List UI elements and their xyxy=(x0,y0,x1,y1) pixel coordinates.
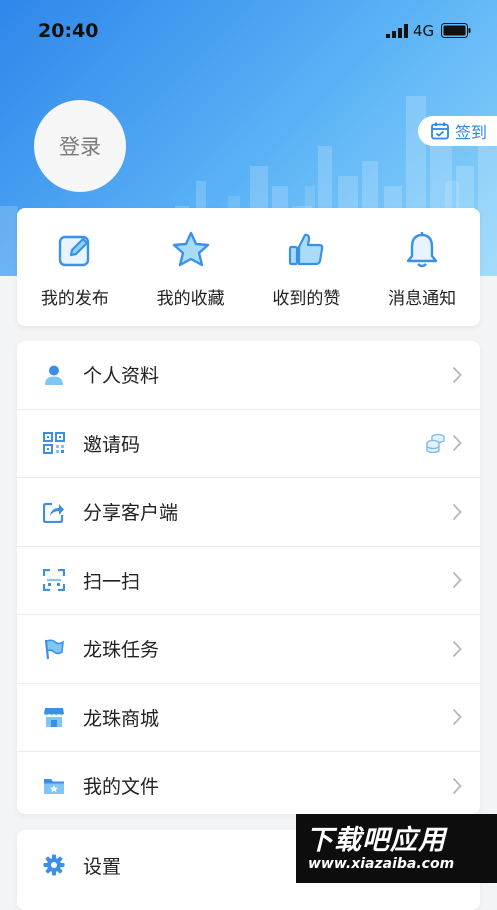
watermark-overlay: 下载吧应用 www.xiazaiba.com xyxy=(296,814,497,883)
menu-item-scan[interactable]: 扫一扫 xyxy=(17,547,480,615)
menu-item-dragon-store[interactable]: 龙珠商城 xyxy=(17,684,480,752)
quick-action-label: 我的发布 xyxy=(40,289,109,309)
menu-item-invite-code[interactable]: 邀请码 xyxy=(17,410,480,478)
folder-icon xyxy=(44,778,64,794)
watermark-url: www.xiazaiba.com xyxy=(308,856,455,872)
bell-icon xyxy=(406,232,438,268)
battery-icon xyxy=(441,23,471,38)
gear-icon xyxy=(43,854,65,876)
menu-item-label: 分享客户端 xyxy=(83,502,179,525)
quick-action-my-favorites[interactable]: 我的收藏 xyxy=(133,208,249,326)
chevron-right-icon xyxy=(452,572,462,589)
chevron-right-icon xyxy=(452,503,462,520)
chevron-right-icon xyxy=(452,640,462,657)
quick-action-label: 我的收藏 xyxy=(156,289,225,309)
chevron-right-icon xyxy=(452,366,462,383)
menu-item-profile[interactable]: 个人资料 xyxy=(17,341,480,410)
star-icon xyxy=(172,231,209,267)
menu-item-share-app[interactable]: 分享客户端 xyxy=(17,478,480,547)
qr-code-icon xyxy=(43,432,65,455)
menu-list: 个人资料 邀请码 分享客户端 扫一扫 龙珠任务 龙珠商城 我的文件 xyxy=(17,341,480,814)
menu-item-my-files[interactable]: 我的文件 xyxy=(17,752,480,820)
quick-action-label: 消息通知 xyxy=(388,289,457,309)
chevron-right-icon xyxy=(452,709,462,726)
scan-icon xyxy=(43,569,65,592)
calendar-check-icon xyxy=(431,122,449,140)
menu-item-label: 龙珠任务 xyxy=(83,639,160,662)
quick-action-my-posts[interactable]: 我的发布 xyxy=(17,208,133,326)
watermark-title: 下载吧应用 xyxy=(306,825,446,856)
quick-action-label: 收到的赞 xyxy=(272,289,341,309)
edit-icon xyxy=(58,235,90,267)
menu-item-label: 个人资料 xyxy=(83,365,160,388)
coins-icon xyxy=(426,434,445,454)
chevron-right-icon xyxy=(452,777,462,794)
quick-actions-card: 我的发布 我的收藏 收到的赞 消息通知 xyxy=(17,208,480,326)
network-type: 4G xyxy=(413,22,435,40)
quick-action-likes-received[interactable]: 收到的赞 xyxy=(249,208,365,326)
menu-item-label: 龙珠商城 xyxy=(83,707,160,730)
signal-icon xyxy=(386,24,408,38)
checkin-button[interactable]: 签到 xyxy=(418,116,497,146)
person-icon xyxy=(45,365,63,385)
share-icon xyxy=(43,502,64,523)
menu-item-label: 邀请码 xyxy=(83,433,141,456)
flag-icon xyxy=(44,639,64,659)
status-time: 20:40 xyxy=(38,20,99,42)
status-bar: 20:40 4G xyxy=(0,0,497,62)
login-avatar-button[interactable]: 登录 xyxy=(34,100,126,192)
menu-item-label: 我的文件 xyxy=(83,776,160,799)
quick-action-notifications[interactable]: 消息通知 xyxy=(364,208,480,326)
chevron-right-icon xyxy=(452,435,462,452)
menu-item-dragon-tasks[interactable]: 龙珠任务 xyxy=(17,615,480,684)
menu-item-label: 设置 xyxy=(83,855,122,878)
thumbs-up-icon xyxy=(289,233,324,266)
checkin-label: 签到 xyxy=(455,123,488,142)
login-label: 登录 xyxy=(59,135,101,159)
menu-item-label: 扫一扫 xyxy=(83,570,141,593)
store-icon xyxy=(44,708,64,728)
